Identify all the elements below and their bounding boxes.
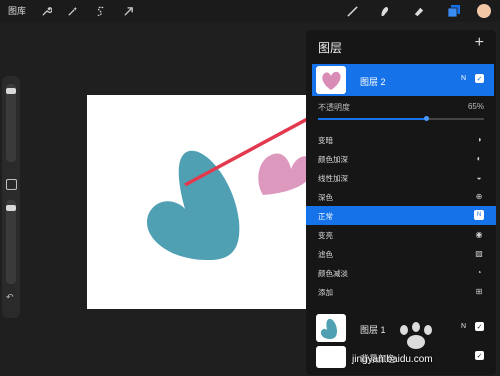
blend-mode-label: 线性加深 <box>318 174 348 183</box>
paw-logo-icon <box>400 322 432 349</box>
add-layer-button[interactable]: + <box>475 34 484 52</box>
blend-mode-icon: ▨ <box>475 248 483 258</box>
layers-icon[interactable] <box>446 3 462 19</box>
teal-heart-shape <box>146 150 240 261</box>
opacity-label: 不透明度 <box>318 103 350 112</box>
blend-mode-icon: ⊞ <box>475 286 483 296</box>
blend-mode-item[interactable]: 添加 ⊞ <box>306 282 496 301</box>
opacity-value: 65% <box>467 102 484 111</box>
background-color-thumbnail <box>316 346 346 368</box>
blend-mode-label: 颜色减淡 <box>318 269 348 278</box>
brush-size-knob[interactable] <box>6 88 16 94</box>
layer-2-blend-badge[interactable]: N <box>461 75 466 82</box>
layer-row-2[interactable]: 图层 2 N ✓ <box>312 64 494 96</box>
opacity-fill <box>318 118 426 120</box>
blend-mode-item[interactable]: 颜色减淡 ◔ <box>306 263 496 282</box>
brush-size-slider[interactable] <box>6 84 16 162</box>
blend-mode-label: 滤色 <box>318 250 333 259</box>
selection-s-icon[interactable] <box>92 3 108 19</box>
blend-mode-icon: ◐ <box>476 153 482 163</box>
opacity-knob[interactable] <box>6 205 16 211</box>
blend-mode-item[interactable]: 深色 ⊕ <box>306 187 496 206</box>
blend-mode-item[interactable]: 变暗 ◑ <box>306 130 496 149</box>
magic-wand-icon[interactable] <box>64 3 80 19</box>
opacity-track[interactable] <box>318 116 484 121</box>
brush-icon[interactable] <box>344 3 360 19</box>
layer-2-visibility-checkbox[interactable]: ✓ <box>475 74 484 83</box>
undo-icon[interactable]: ↶ <box>6 292 14 303</box>
color-swatch[interactable] <box>477 4 491 18</box>
blend-mode-item[interactable]: 正常 N <box>306 206 496 225</box>
color-swatch-icon[interactable] <box>476 3 492 19</box>
gallery-button[interactable]: 图库 <box>8 4 26 17</box>
layer-2-thumbnail <box>316 66 346 94</box>
blend-mode-label: 深色 <box>318 193 333 202</box>
blend-mode-icon: ⊕ <box>475 191 483 201</box>
left-sidebar: ↶ <box>2 76 20 318</box>
eraser-icon[interactable] <box>410 3 426 19</box>
blend-mode-label: 正常 <box>318 212 333 221</box>
blend-mode-icon: ◉ <box>475 229 483 239</box>
panel-title: 图层 <box>318 41 343 55</box>
watermark: jingyan.baidu.com <box>352 322 492 372</box>
modify-button[interactable] <box>6 179 17 190</box>
top-toolbar: 图库 <box>0 0 500 22</box>
blend-mode-item[interactable]: 变亮 ◉ <box>306 225 496 244</box>
wrench-icon[interactable] <box>38 3 54 19</box>
arrow-cursor-icon[interactable] <box>120 3 136 19</box>
layer-1-thumbnail <box>316 314 346 342</box>
blend-mode-label: 变暗 <box>318 136 333 145</box>
watermark-text: jingyan.baidu.com <box>352 354 433 365</box>
blend-mode-list: 变暗 ◑ 颜色加深 ◐ 线性加深 ◒ 深色 ⊕ 正常 N 变亮 ◉ 滤色 ▨ 颜色减淡 ◔ 添加 ⊞ <box>306 130 496 301</box>
blend-mode-label: 变亮 <box>318 231 333 240</box>
layer-2-name: 图层 2 <box>360 77 386 87</box>
blend-mode-item[interactable]: 颜色加深 ◐ <box>306 149 496 168</box>
pink-heart-shape <box>258 153 309 195</box>
blend-mode-icon: N <box>474 210 484 220</box>
blend-mode-label: 颜色加深 <box>318 155 348 164</box>
opacity-slider[interactable] <box>6 200 16 284</box>
blend-mode-item[interactable]: 线性加深 ◒ <box>306 168 496 187</box>
blend-mode-icon: ◔ <box>476 267 482 277</box>
drawing-canvas[interactable] <box>87 95 309 309</box>
blend-mode-label: 添加 <box>318 288 333 297</box>
smudge-icon[interactable] <box>376 3 392 19</box>
blend-mode-icon: ◒ <box>476 172 482 182</box>
opacity-knob[interactable] <box>423 116 429 121</box>
blend-mode-icon: ◑ <box>476 134 482 144</box>
blend-mode-item[interactable]: 滤色 ▨ <box>306 244 496 263</box>
